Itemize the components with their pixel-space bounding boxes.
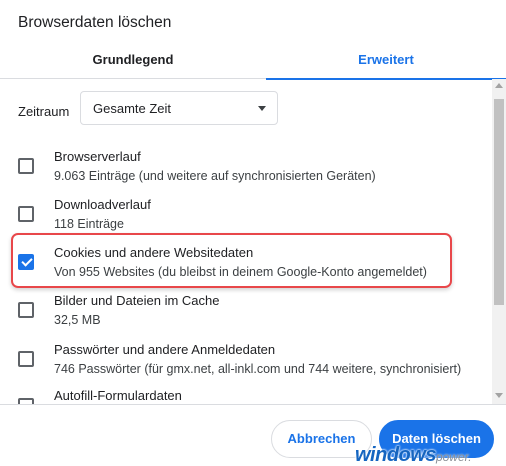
time-range-label: Zeitraum — [18, 104, 70, 119]
checkbox-browsing-history[interactable] — [18, 158, 34, 174]
list-item-browsing-history: Browserverlauf 9.063 Einträge (und weite… — [0, 146, 492, 190]
item-title: Passwörter und andere Anmeldedaten — [54, 342, 276, 357]
list-item-download-history: Downloadverlauf 118 Einträge — [0, 194, 492, 238]
item-subtitle: 9.063 Einträge (und weitere auf synchron… — [54, 169, 376, 183]
item-subtitle: 746 Passwörter (für gmx.net, all-inkl.co… — [54, 362, 462, 376]
time-range-value: Gesamte Zeit — [93, 101, 172, 116]
item-subtitle: 118 Einträge — [54, 217, 124, 231]
scrollbar-thumb[interactable] — [494, 99, 504, 305]
cancel-button[interactable]: Abbrechen — [271, 420, 372, 458]
item-title: Downloadverlauf — [54, 197, 151, 212]
item-title: Browserverlauf — [54, 149, 141, 164]
scroll-up-arrow-icon[interactable] — [495, 83, 503, 88]
dialog-footer: Abbrechen Daten löschen — [0, 404, 506, 466]
dialog-title: Browserdaten löschen — [18, 14, 172, 31]
list-item-cached-images: Bilder und Dateien im Cache 32,5 MB — [0, 290, 492, 334]
tab-basic[interactable]: Grundlegend — [0, 44, 266, 78]
checkbox-download-history[interactable] — [18, 206, 34, 222]
item-title: Bilder und Dateien im Cache — [54, 293, 220, 308]
item-subtitle: Von 955 Websites (du bleibst in deinem G… — [54, 265, 427, 279]
dropdown-arrow-icon — [258, 106, 266, 111]
item-subtitle: 32,5 MB — [54, 313, 101, 327]
clear-browsing-data-dialog: Browserdaten löschen Grundlegend Erweite… — [0, 0, 506, 466]
tab-advanced[interactable]: Erweitert — [266, 44, 506, 80]
checkbox-cached-images[interactable] — [18, 302, 34, 318]
item-title: Cookies und andere Websitedaten — [54, 245, 254, 260]
scroll-down-arrow-icon[interactable] — [495, 393, 503, 398]
checkbox-cookies[interactable] — [18, 254, 34, 270]
clear-data-button[interactable]: Daten löschen — [379, 420, 494, 458]
item-title: Autofill-Formulardaten — [54, 388, 182, 403]
tab-bar: Grundlegend Erweitert — [0, 44, 506, 80]
list-item-passwords: Passwörter und andere Anmeldedaten 746 P… — [0, 340, 492, 384]
time-range-select[interactable]: Gesamte Zeit — [80, 91, 278, 125]
scrollbar[interactable] — [492, 79, 506, 404]
checkbox-passwords[interactable] — [18, 351, 34, 367]
list-item-autofill: Autofill-Formulardaten — [0, 386, 492, 404]
list-item-cookies: Cookies und andere Websitedaten Von 955 … — [0, 242, 492, 286]
